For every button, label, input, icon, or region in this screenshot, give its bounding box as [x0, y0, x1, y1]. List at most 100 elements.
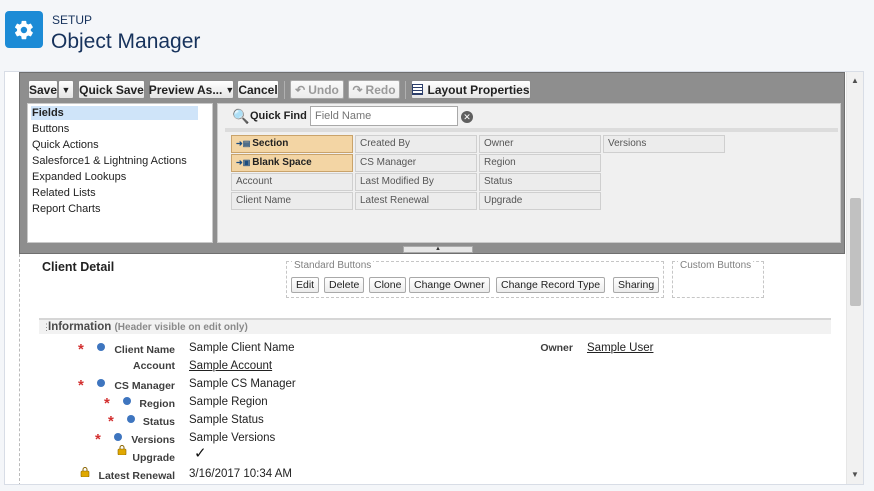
palette-field-section[interactable]: ➜▤ Section — [231, 135, 353, 153]
field-bullet-icon — [127, 415, 135, 423]
palette-field-latest-renewal[interactable]: Latest Renewal — [355, 192, 477, 210]
palette-field-owner[interactable]: Owner — [479, 135, 601, 153]
client-name-value: Sample Client Name — [189, 342, 295, 354]
required-indicator: * — [78, 341, 84, 358]
toolbar: Save ▼ Quick Save Preview As... ▼ Cancel … — [20, 73, 844, 103]
palette-field-upgrade[interactable]: Upgrade — [479, 192, 601, 210]
cs-manager-label[interactable]: CS Manager — [114, 380, 175, 392]
redo-icon: ↷ — [352, 82, 363, 97]
required-indicator: * — [78, 377, 84, 394]
palette-field-label: Blank Space — [252, 157, 312, 168]
clear-search-icon[interactable]: ✕ — [461, 111, 473, 123]
redo-label: Redo — [365, 82, 396, 97]
properties-icon — [412, 84, 424, 95]
standard-buttons-group: Standard Buttons Edit Delete Clone Chang… — [286, 260, 664, 298]
palette-category-related-lists[interactable]: Related Lists — [31, 186, 96, 200]
undo-button[interactable]: ↶ Undo — [290, 80, 344, 99]
required-indicator: * — [108, 413, 114, 430]
owner-label[interactable]: Owner — [540, 342, 573, 354]
toolbar-divider — [284, 81, 285, 99]
status-value: Sample Status — [189, 414, 264, 426]
palette-field-client-name[interactable]: Client Name — [231, 192, 353, 210]
toolbar-divider — [405, 81, 406, 99]
field-bullet-icon — [97, 343, 105, 351]
layout-properties-label: Layout Properties — [427, 82, 530, 97]
change-owner-button[interactable]: Change Owner — [409, 277, 490, 293]
information-hint: (Header visible on edit only) — [114, 322, 248, 333]
upgrade-checkbox-checked: ✓ — [194, 445, 207, 462]
region-value: Sample Region — [189, 396, 268, 408]
custom-buttons-group: Custom Buttons — [672, 260, 764, 298]
scroll-up-arrow-icon[interactable]: ▲ — [847, 74, 863, 88]
scrollbar-thumb[interactable] — [850, 198, 861, 306]
save-button[interactable]: Save — [28, 80, 58, 99]
field-bullet-icon — [123, 397, 131, 405]
cs-manager-value: Sample CS Manager — [189, 378, 296, 390]
undo-icon: ↶ — [295, 82, 306, 97]
layout-section-title: Client Detail — [42, 260, 115, 274]
palette-field-blank-space[interactable]: ➜▣ Blank Space — [231, 154, 353, 172]
lock-icon — [117, 445, 127, 455]
account-value: Sample Account — [189, 360, 273, 372]
sharing-button[interactable]: Sharing — [613, 277, 660, 293]
upgrade-label[interactable]: Upgrade — [132, 452, 175, 464]
palette-field-account[interactable]: Account — [231, 173, 353, 191]
owner-value: Sample User — [587, 342, 654, 354]
palette-category-buttons[interactable]: Buttons — [31, 122, 69, 136]
quick-find-divider — [225, 128, 838, 132]
palette-category-quick-actions[interactable]: Quick Actions — [31, 138, 99, 152]
field-bullet-icon — [114, 433, 122, 441]
latest-renewal-label[interactable]: Latest Renewal — [99, 470, 175, 482]
vertical-scrollbar[interactable]: ▲ ▼ — [846, 72, 863, 484]
scroll-down-arrow-icon[interactable]: ▼ — [847, 468, 863, 482]
information-section-title: Information (Header visible on edit only… — [48, 321, 248, 333]
palette-category-expanded-lookups[interactable]: Expanded Lookups — [31, 170, 126, 184]
clone-button[interactable]: Clone — [369, 277, 407, 293]
caret-down-icon: ▼ — [61, 84, 71, 95]
preview-as-button[interactable]: Preview As... ▼ — [149, 80, 234, 99]
palette-field-status[interactable]: Status — [479, 173, 601, 191]
delete-button[interactable]: Delete — [324, 277, 365, 293]
blank-space-icon: ➜▣ — [236, 158, 251, 167]
palette-category-lightning-actions[interactable]: Salesforce1 & Lightning Actions — [31, 154, 187, 168]
page-title: Object Manager — [51, 30, 201, 53]
palette-category-report-charts[interactable]: Report Charts — [31, 202, 100, 216]
undo-label: Undo — [308, 82, 339, 97]
layout-properties-button[interactable]: Layout Properties — [411, 80, 531, 99]
quick-save-button[interactable]: Quick Save — [78, 80, 145, 99]
palette-field-created-by[interactable]: Created By — [355, 135, 477, 153]
layout-editor-frame: Save ▼ Quick Save Preview As... ▼ Cancel … — [4, 71, 864, 485]
palette-field-region[interactable]: Region — [479, 154, 601, 172]
versions-label[interactable]: Versions — [131, 434, 175, 446]
palette-fields-panel: 🔍 Quick Find ✕ ➜▤Section ➜▣Blank Space A… — [217, 103, 841, 243]
region-label[interactable]: Region — [139, 398, 175, 410]
palette-category-list: Fields Buttons Quick Actions Salesforce1… — [27, 103, 213, 243]
save-dropdown-button[interactable]: ▼ — [58, 80, 74, 99]
gear-icon — [5, 11, 43, 48]
quick-find-input[interactable] — [310, 106, 458, 126]
chevron-up-icon: ▲ — [435, 246, 441, 252]
edit-button[interactable]: Edit — [291, 277, 320, 293]
change-record-type-button[interactable]: Change Record Type — [496, 277, 606, 293]
redo-button[interactable]: ↷ Redo — [348, 80, 400, 99]
palette-field-last-modified-by[interactable]: Last Modified By — [355, 173, 477, 191]
required-indicator: * — [95, 431, 101, 448]
field-bullet-icon — [97, 379, 105, 387]
versions-value: Sample Versions — [189, 432, 276, 444]
preview-as-label: Preview As... — [148, 82, 223, 97]
lock-icon — [80, 467, 90, 477]
layout-canvas: Client Detail Standard Buttons Edit Dele… — [19, 254, 845, 484]
client-name-label[interactable]: Client Name — [114, 344, 175, 356]
account-label[interactable]: Account — [133, 360, 175, 372]
setup-eyebrow[interactable]: SETUP — [52, 13, 92, 27]
quick-find-label: Quick Find — [250, 110, 307, 122]
palette-field-cs-manager[interactable]: CS Manager — [355, 154, 477, 172]
collapse-palette-handle[interactable]: ▲ — [403, 246, 473, 253]
palette-category-fields[interactable]: Fields — [31, 106, 198, 120]
cancel-button[interactable]: Cancel — [237, 80, 279, 99]
latest-renewal-value: 3/16/2017 10:34 AM — [189, 468, 292, 480]
page-header: SETUP Object Manager — [0, 0, 874, 66]
status-label[interactable]: Status — [143, 416, 175, 428]
information-section-header[interactable]: ⋮ Information (Header visible on edit on… — [39, 318, 831, 334]
palette-field-versions[interactable]: Versions — [603, 135, 725, 153]
